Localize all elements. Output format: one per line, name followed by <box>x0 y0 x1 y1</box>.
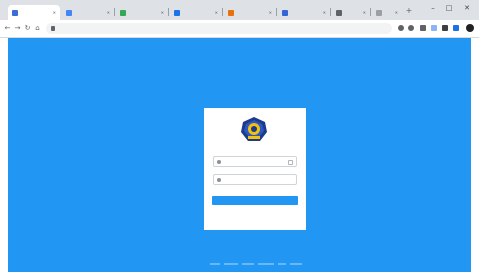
tab-divider <box>222 8 223 16</box>
extensions-puzzle-icon[interactable] <box>442 25 448 31</box>
tab-divider <box>370 8 371 16</box>
forward-button[interactable]: → <box>13 24 22 33</box>
page-background <box>8 38 471 272</box>
extension-icon[interactable] <box>453 25 459 31</box>
login-button[interactable] <box>212 196 298 205</box>
browser-tab[interactable]: ✕ <box>278 5 330 20</box>
tab-close-icon[interactable]: ✕ <box>215 10 218 15</box>
autofill-icon[interactable] <box>288 160 293 165</box>
tab-divider <box>330 8 331 16</box>
address-bar[interactable] <box>46 23 392 34</box>
user-icon <box>217 160 221 164</box>
site-favicon-icon <box>120 9 126 16</box>
tab-divider <box>276 8 277 16</box>
extension-icon[interactable] <box>420 25 426 31</box>
site-favicon-icon <box>282 9 288 16</box>
site-favicon-icon <box>174 9 180 16</box>
lock-icon <box>217 178 221 182</box>
browser-tab[interactable]: ✕ <box>62 5 114 20</box>
tab-close-icon[interactable]: ✕ <box>363 10 366 15</box>
lock-icon[interactable] <box>51 26 55 31</box>
tab-close-icon[interactable]: ✕ <box>395 10 398 15</box>
site-favicon-icon <box>376 9 382 16</box>
site-favicon-icon <box>12 9 18 16</box>
institution-logo-icon <box>241 117 267 141</box>
site-favicon-icon <box>66 9 72 16</box>
browser-tab[interactable]: ✕ <box>372 5 402 20</box>
footer-text <box>8 260 471 268</box>
login-card <box>204 108 306 230</box>
browser-tab[interactable]: ✕ <box>224 5 276 20</box>
close-window-button[interactable]: ✕ <box>460 3 474 13</box>
back-button[interactable]: ← <box>3 24 12 33</box>
tab-divider <box>114 8 115 16</box>
tab-close-icon[interactable]: ✕ <box>161 10 164 15</box>
tab-close-icon[interactable]: ✕ <box>53 10 56 15</box>
username-field[interactable] <box>213 156 297 167</box>
site-favicon-icon <box>228 9 234 16</box>
bookmark-star-icon[interactable] <box>408 25 414 31</box>
password-field[interactable] <box>213 174 297 185</box>
browser-toolbar: ← → ↻ ⌂ <box>0 20 479 38</box>
home-button[interactable]: ⌂ <box>33 24 42 33</box>
browser-tab[interactable]: ✕ <box>116 5 168 20</box>
browser-tab[interactable]: ✕ <box>170 5 222 20</box>
tab-divider <box>168 8 169 16</box>
browser-tab-active[interactable]: ✕ <box>8 5 60 20</box>
profile-avatar[interactable] <box>466 24 474 32</box>
tab-close-icon[interactable]: ✕ <box>107 10 110 15</box>
site-favicon-icon <box>336 9 342 16</box>
new-tab-button[interactable]: + <box>404 6 414 16</box>
translate-icon[interactable] <box>398 25 404 31</box>
browser-tab[interactable]: ✕ <box>332 5 370 20</box>
tab-close-icon[interactable]: ✕ <box>323 10 326 15</box>
maximize-window-button[interactable]: □ <box>442 3 456 13</box>
reload-button[interactable]: ↻ <box>23 24 32 33</box>
extension-icon[interactable] <box>431 25 437 31</box>
browser-tab-strip: ✕ ✕ ✕ ✕ ✕ ✕ ✕ ✕ + – □ ✕ <box>0 0 479 20</box>
tab-close-icon[interactable]: ✕ <box>269 10 272 15</box>
minimize-window-button[interactable]: – <box>426 3 440 13</box>
